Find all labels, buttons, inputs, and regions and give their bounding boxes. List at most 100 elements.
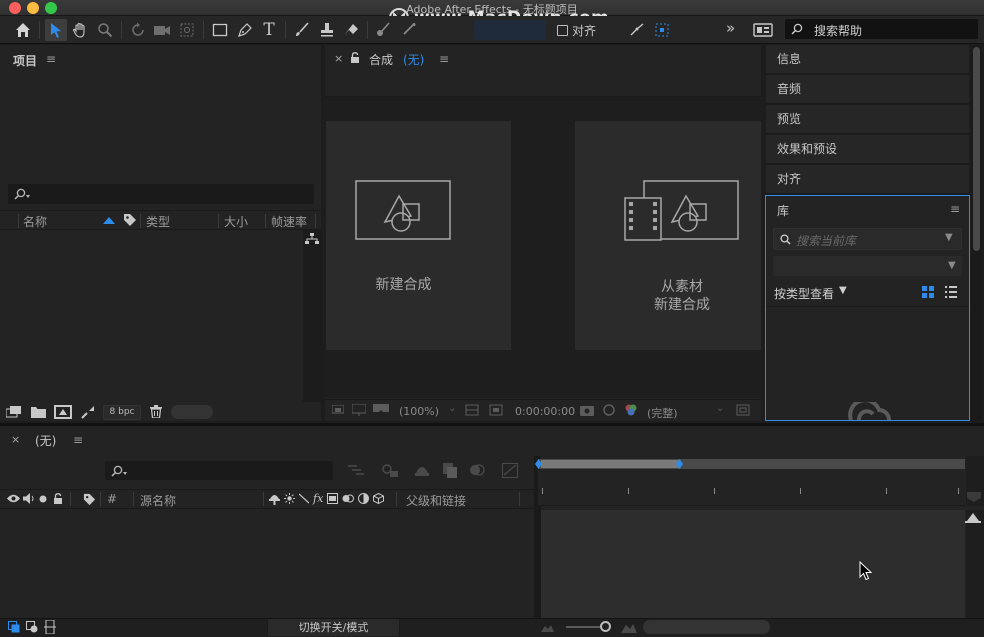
project-panel-menu-icon[interactable]: ≡ (46, 52, 56, 66)
zoom-tool[interactable] (94, 19, 116, 41)
new-folder-icon (31, 407, 46, 418)
pan-behind-tool[interactable] (176, 19, 198, 41)
timeline-panel-menu-icon[interactable]: ≡ (73, 433, 83, 447)
library-search-dropdown-icon[interactable]: ▼ (945, 232, 953, 243)
column-type[interactable]: 类型 (146, 213, 170, 230)
thumbnail-slider[interactable] (171, 405, 213, 419)
trash-icon (150, 405, 162, 418)
audio-panel-tab[interactable]: 音频 (766, 75, 969, 104)
bit-depth-button[interactable]: 8 bpc (103, 405, 141, 420)
grid-view-icon[interactable] (922, 286, 934, 298)
comp-tab-value[interactable]: (无) (403, 51, 424, 68)
preview-panel-tab[interactable]: 预览 (766, 105, 969, 134)
help-search-input[interactable]: 搜索帮助 (785, 19, 978, 39)
workspace-menu-button[interactable] (752, 19, 774, 41)
library-panel-title[interactable]: 库 (777, 202, 789, 219)
zoom-in-mountain-icon (621, 624, 637, 633)
pen-tool[interactable] (234, 19, 256, 41)
hand-tool[interactable] (69, 19, 91, 41)
label-tag-icon (124, 214, 136, 226)
mask-visibility-icon (489, 404, 503, 416)
home-button[interactable] (12, 19, 34, 41)
puppet-tool[interactable] (398, 19, 420, 41)
resolution-dropdown[interactable]: (完整) (647, 405, 678, 421)
zoom-level[interactable]: (100%) (399, 405, 439, 418)
project-panel-title[interactable]: 项目 (13, 52, 37, 69)
shape-options-group (474, 20, 546, 40)
timeline-track-area[interactable] (541, 510, 965, 618)
work-area-range[interactable] (541, 460, 679, 468)
timeline-search-input[interactable] (105, 461, 333, 480)
frame-blend-icon (327, 493, 339, 504)
resolution-dropdown-icon[interactable]: ⌄ (716, 403, 724, 414)
rotate-tool-icon (132, 22, 144, 36)
view-by-type-caret-icon[interactable]: ▼ (839, 285, 847, 296)
new-composition-icon (355, 180, 451, 240)
region-of-interest-icon (736, 404, 750, 416)
comp-tab-label[interactable]: 合成 (369, 51, 393, 68)
new-composition-icon (54, 405, 72, 419)
column-parent-link[interactable]: 父级和链接 (406, 492, 466, 509)
transfer-controls-pane-icon (26, 621, 38, 633)
close-comp-tab-icon[interactable]: × (334, 52, 343, 65)
library-search-input[interactable]: 搜索当前库 ▼ (773, 228, 962, 250)
column-size[interactable]: 大小 (224, 213, 248, 230)
zoom-dropdown-icon[interactable]: ⌄ (448, 403, 456, 414)
eraser-tool[interactable] (341, 19, 363, 41)
snapshot-camera-icon (580, 406, 594, 416)
library-select-dropdown[interactable]: ▼ (773, 256, 962, 276)
search-icon (111, 465, 127, 477)
list-view-icon[interactable] (945, 286, 957, 298)
info-panel-tab[interactable]: 信息 (766, 45, 969, 74)
column-name[interactable]: 名称 (23, 213, 47, 230)
from-footage-line2: 新建合成 (654, 297, 710, 313)
timeline-zoom-slider-thumb[interactable] (600, 621, 611, 632)
render-queue-icon (81, 406, 94, 419)
type-tool[interactable]: T (258, 19, 280, 41)
switches-icons-group: fx (269, 492, 385, 505)
new-comp-from-footage-card[interactable]: 从素材 新建合成 (575, 121, 761, 350)
monitor-icon (352, 404, 366, 416)
close-timeline-tab-icon[interactable]: × (11, 433, 20, 446)
brush-tool[interactable] (291, 19, 313, 41)
project-scrollbar[interactable] (303, 230, 321, 402)
clone-stamp-tool[interactable] (316, 19, 338, 41)
library-panel-menu-icon[interactable]: ≡ (950, 202, 960, 216)
current-timecode[interactable]: 0:00:00:00 (515, 405, 575, 418)
workspace-more-button[interactable]: » (726, 19, 735, 37)
column-frame-rate[interactable]: 帧速率 (271, 213, 307, 230)
roto-brush-tool[interactable] (372, 19, 394, 41)
align-checkbox-icon (557, 25, 568, 36)
column-source-name[interactable]: 源名称 (140, 492, 176, 509)
effects-fx-icon: fx (313, 492, 324, 505)
help-search-placeholder: 搜索帮助 (814, 24, 863, 38)
shy-icon (269, 494, 280, 505)
search-icon (791, 23, 803, 35)
new-composition-card[interactable]: 新建合成 (326, 121, 511, 350)
rectangle-tool[interactable] (209, 19, 231, 41)
selection-tool[interactable] (45, 19, 67, 41)
rotate-tool[interactable] (127, 19, 149, 41)
align-toggle[interactable]: 对齐 (557, 22, 596, 39)
video-eye-icon (7, 494, 20, 503)
right-panel-scrollbar[interactable] (971, 45, 982, 421)
pan-behind-tool-icon (180, 23, 194, 37)
effects-presets-panel-tab[interactable]: 效果和预设 (766, 135, 969, 164)
column-layer-number[interactable]: # (107, 492, 117, 506)
align-panel-tab[interactable]: 对齐 (766, 165, 969, 194)
timeline-tab-label[interactable]: (无) (35, 432, 56, 449)
zoom-tool-icon (98, 23, 113, 38)
layer-switches-pane-icon (8, 621, 20, 633)
comp-panel-menu-icon[interactable]: ≡ (439, 52, 449, 66)
3d-layer-cube-icon (373, 493, 385, 504)
camera-tool[interactable] (151, 19, 173, 41)
toggle-switches-modes-button[interactable]: 切换开关/模式 (267, 619, 400, 636)
right-panel-scroll-thumb[interactable] (973, 47, 980, 251)
timeline-horizontal-scrollbar[interactable] (643, 620, 770, 634)
snapping-toggle[interactable] (626, 19, 648, 41)
view-by-type-dropdown[interactable]: 按类型查看 (774, 285, 834, 302)
snapping-options[interactable] (651, 19, 673, 41)
shy-layers-icon (415, 467, 429, 476)
time-ruler[interactable] (538, 470, 965, 506)
project-search-input[interactable] (8, 184, 314, 204)
